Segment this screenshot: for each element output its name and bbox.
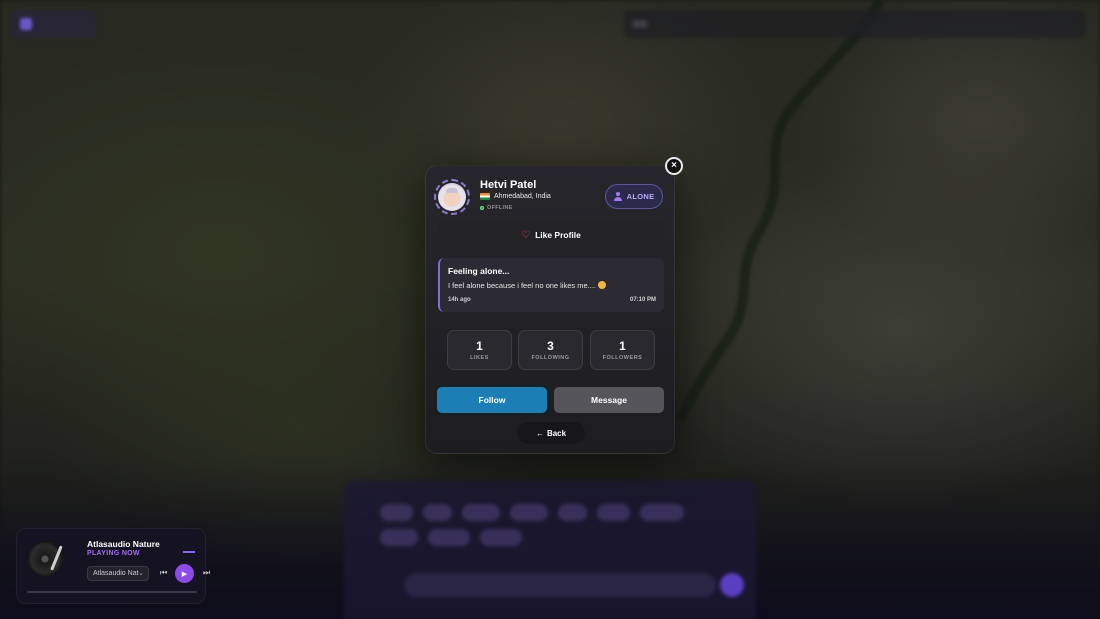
stat-label: FOLLOWING xyxy=(531,355,570,361)
chevron-down-icon: ⌄ xyxy=(138,570,144,577)
back-label: Back xyxy=(546,428,567,438)
arrow-left-icon: ← xyxy=(535,428,544,438)
top-navigation xyxy=(624,10,1086,38)
stat-value: 1 xyxy=(476,339,483,353)
mood-label: ALONE xyxy=(626,192,655,201)
mood-chip[interactable] xyxy=(462,504,501,521)
station-select-value: Atlasaudio Nat xyxy=(93,570,139,577)
profile-modal: Hetvi Patel Ahmedabad, India OFFLINE ALO… xyxy=(425,165,675,454)
stat-following[interactable]: 3 FOLLOWING xyxy=(518,330,583,370)
mood-chip[interactable] xyxy=(510,504,548,521)
next-track-button[interactable]: ⏭ xyxy=(203,568,210,578)
mood-chip[interactable] xyxy=(423,504,453,521)
post-time: 07:10 PM xyxy=(629,297,656,303)
chat-input[interactable] xyxy=(404,573,716,597)
profile-location-text: Ahmedabad, India xyxy=(494,193,551,200)
logo-icon xyxy=(20,18,32,30)
mood-chat-panel xyxy=(344,480,756,619)
nav-item-profile[interactable] xyxy=(632,20,648,28)
status-text: OFFLINE xyxy=(487,205,513,211)
profile-location: Ahmedabad, India xyxy=(480,193,551,200)
post-age: 14h ago xyxy=(448,297,471,303)
station-select[interactable]: Atlasaudio Nat ⌄ xyxy=(87,566,149,581)
like-profile-button[interactable]: ♡ Like Profile xyxy=(438,221,664,249)
mood-chip[interactable] xyxy=(427,529,471,546)
mood-chip[interactable] xyxy=(596,504,631,521)
play-button[interactable]: ▶ xyxy=(175,564,194,583)
india-flag-icon xyxy=(480,193,490,200)
send-button[interactable] xyxy=(720,573,744,597)
player-progress-bar[interactable] xyxy=(27,591,197,593)
stat-label: LIKES xyxy=(470,355,489,361)
mood-chip[interactable] xyxy=(380,504,414,521)
person-icon xyxy=(613,192,622,201)
like-profile-label: Like Profile xyxy=(535,230,581,240)
mood-chips xyxy=(344,496,756,554)
equalizer-icon xyxy=(183,551,195,553)
back-button[interactable]: ← Back xyxy=(517,422,585,444)
post-title: Feeling alone... xyxy=(448,266,510,276)
player-title: Atlasaudio Nature xyxy=(87,539,160,549)
mood-chip[interactable] xyxy=(480,529,523,546)
status-dot-icon xyxy=(480,206,484,210)
mood-badge[interactable]: ALONE xyxy=(605,184,663,209)
post-meta: 14h ago 07:10 PM xyxy=(448,297,656,303)
post-body: I feel alone because i feel no one likes… xyxy=(448,281,656,290)
chat-panel-header xyxy=(344,480,756,496)
stat-followers[interactable]: 1 FOLLOWERS xyxy=(590,330,655,370)
heart-icon: ♡ xyxy=(521,229,531,241)
follow-button[interactable]: Follow xyxy=(437,387,547,413)
avatar-image xyxy=(438,183,466,211)
mood-chip[interactable] xyxy=(557,504,587,521)
post-body-text: I feel alone because i feel no one likes… xyxy=(448,281,597,290)
profile-name: Hetvi Patel xyxy=(480,179,537,191)
stat-value: 3 xyxy=(547,339,554,353)
previous-track-button[interactable]: ⏮ xyxy=(160,568,167,578)
mood-chip[interactable] xyxy=(640,504,685,521)
app-logo[interactable] xyxy=(12,10,96,38)
mood-chip[interactable] xyxy=(380,529,418,546)
stat-likes: 1 LIKES xyxy=(447,330,512,370)
online-status: OFFLINE xyxy=(480,205,513,211)
stat-value: 1 xyxy=(619,339,626,353)
sad-emoji-icon xyxy=(598,281,607,289)
status-post-card: Feeling alone... I feel alone because i … xyxy=(438,258,664,312)
player-status: PLAYING NOW xyxy=(87,550,140,557)
close-button[interactable]: × xyxy=(665,157,683,175)
music-player: Atlasaudio Nature PLAYING NOW Atlasaudio… xyxy=(16,528,210,604)
stat-label: FOLLOWERS xyxy=(602,355,643,361)
message-button[interactable]: Message xyxy=(554,387,664,413)
avatar xyxy=(434,179,470,215)
